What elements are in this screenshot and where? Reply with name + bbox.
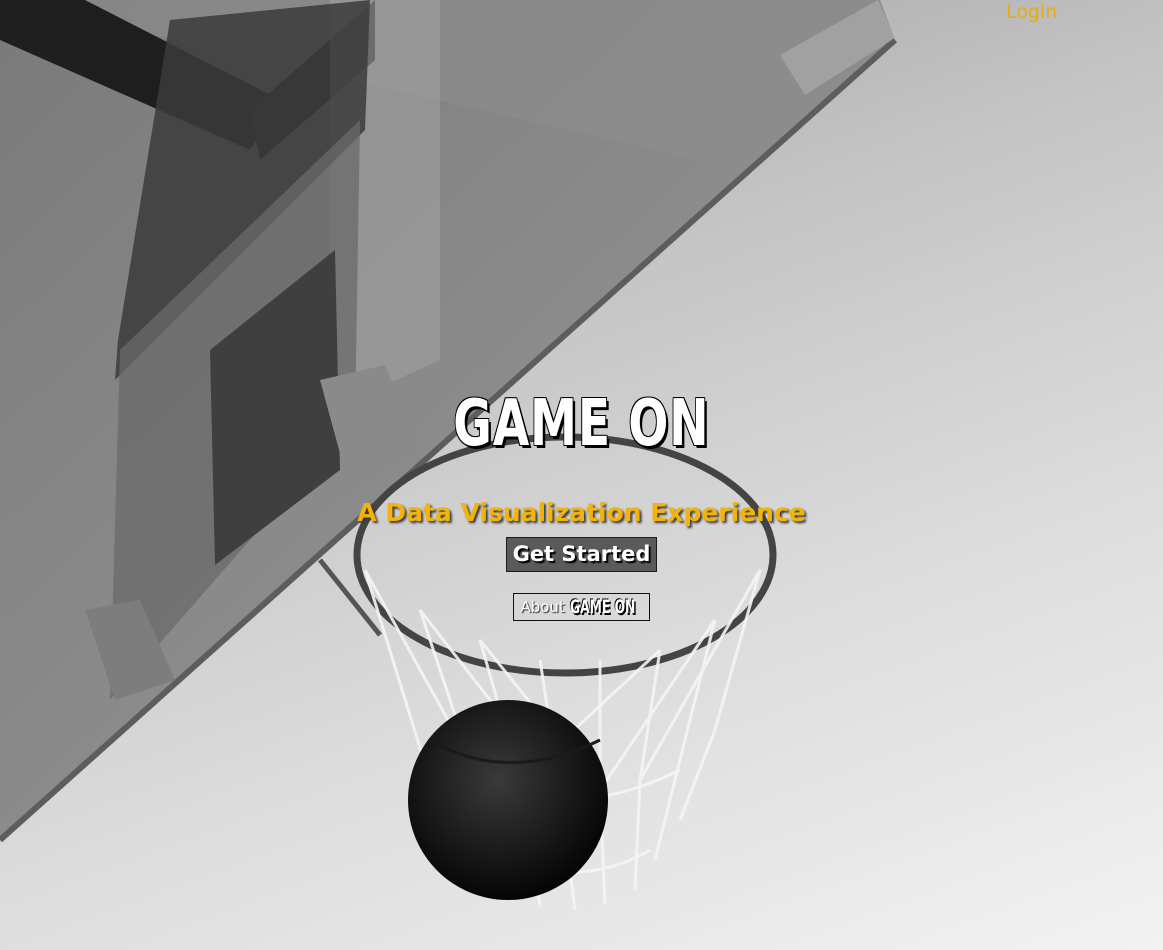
about-game-on-logo: GAME ON bbox=[569, 596, 636, 618]
game-on-logo: GAME ON bbox=[453, 387, 710, 461]
hero-section: GAME ON A Data Visualization Experience … bbox=[0, 388, 1163, 621]
tagline: A Data Visualization Experience bbox=[357, 498, 806, 527]
about-button[interactable]: About GAME ON bbox=[513, 593, 650, 621]
login-link[interactable]: Login bbox=[1006, 0, 1057, 24]
get-started-button[interactable]: Get Started bbox=[505, 537, 658, 572]
about-label: About bbox=[520, 598, 565, 616]
basketball bbox=[408, 700, 608, 900]
landing-page: Login GAME ON A Data Visualization Exper… bbox=[0, 0, 1163, 950]
